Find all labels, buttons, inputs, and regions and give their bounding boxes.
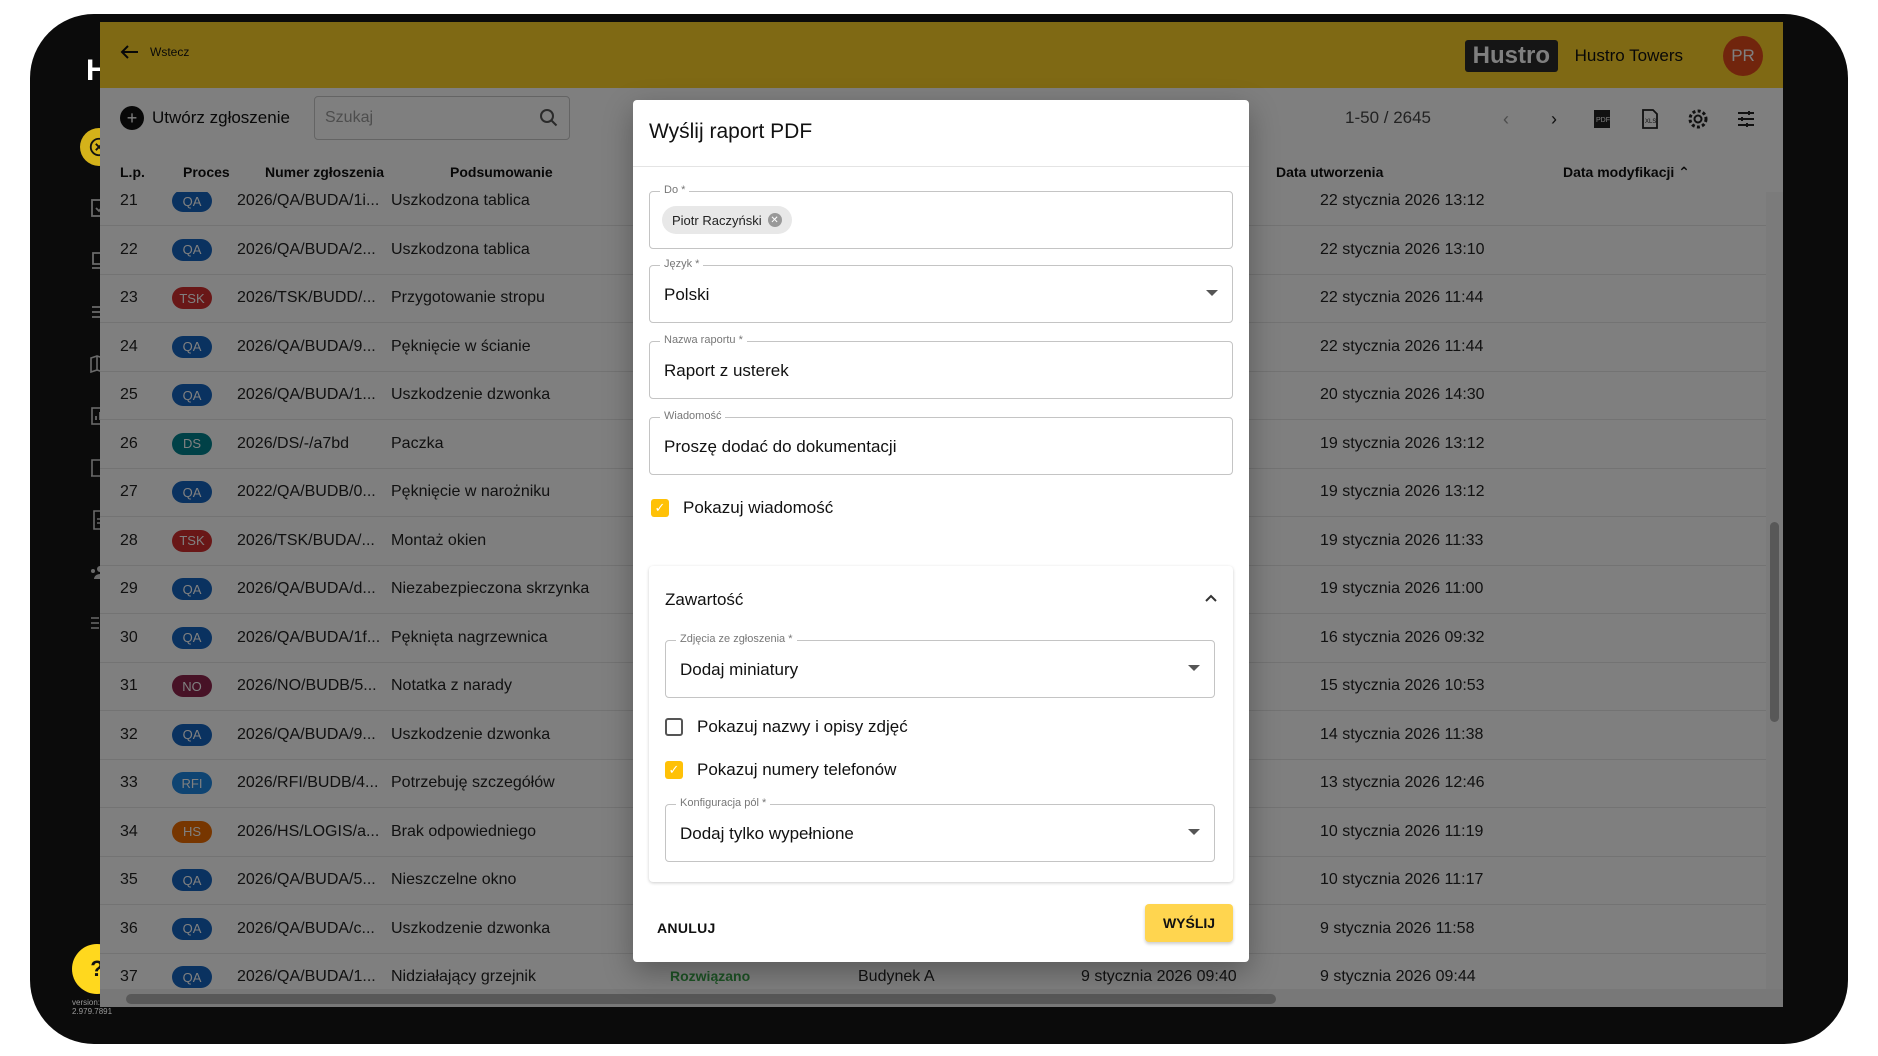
content-section: Zawartość Zdjęcia ze zgłoszenia * Dodaj …	[649, 566, 1233, 882]
recipient-chip[interactable]: Piotr Raczyński ✕	[662, 206, 792, 234]
content-section-title[interactable]: Zawartość	[665, 590, 743, 610]
dropdown-caret-icon	[1206, 290, 1218, 296]
dropdown-caret-icon	[1188, 665, 1200, 671]
show-message-checkbox[interactable]: ✓ Pokazuj wiadomość	[651, 498, 833, 518]
checkbox-checked-icon: ✓	[665, 761, 683, 779]
checkbox-unchecked-icon	[665, 718, 683, 736]
dialog-title: Wyślij raport PDF	[649, 120, 813, 143]
cancel-button[interactable]: ANULUJ	[657, 920, 716, 936]
show-photo-names-checkbox[interactable]: Pokazuj nazwy i opisy zdjęć	[665, 717, 908, 737]
send-button[interactable]: WYŚLIJ	[1145, 904, 1233, 942]
photos-select[interactable]: Zdjęcia ze zgłoszenia * Dodaj miniatury	[665, 633, 1215, 698]
send-pdf-dialog: Wyślij raport PDF Do * Piotr Raczyński ✕…	[633, 100, 1249, 962]
remove-chip-icon[interactable]: ✕	[767, 213, 782, 227]
dropdown-caret-icon	[1188, 829, 1200, 835]
language-select[interactable]: Język * Polski	[649, 258, 1233, 323]
report-name-field[interactable]: Nazwa raportu * Raport z usterek	[649, 334, 1233, 399]
show-phones-checkbox[interactable]: ✓ Pokazuj numery telefonów	[665, 760, 896, 780]
chevron-up-icon[interactable]	[1203, 590, 1219, 606]
message-field[interactable]: Wiadomość Proszę dodać do dokumentacji	[649, 410, 1233, 475]
app-screen: Wstecz Hustro Hustro Towers PR + Utwórz …	[100, 22, 1783, 1007]
fields-config-select[interactable]: Konfiguracja pól * Dodaj tylko wypełnion…	[665, 797, 1215, 862]
checkbox-checked-icon: ✓	[651, 499, 669, 517]
recipients-field[interactable]: Do * Piotr Raczyński ✕	[649, 184, 1233, 249]
dialog-footer: ANULUJ WYŚLIJ	[633, 888, 1249, 962]
